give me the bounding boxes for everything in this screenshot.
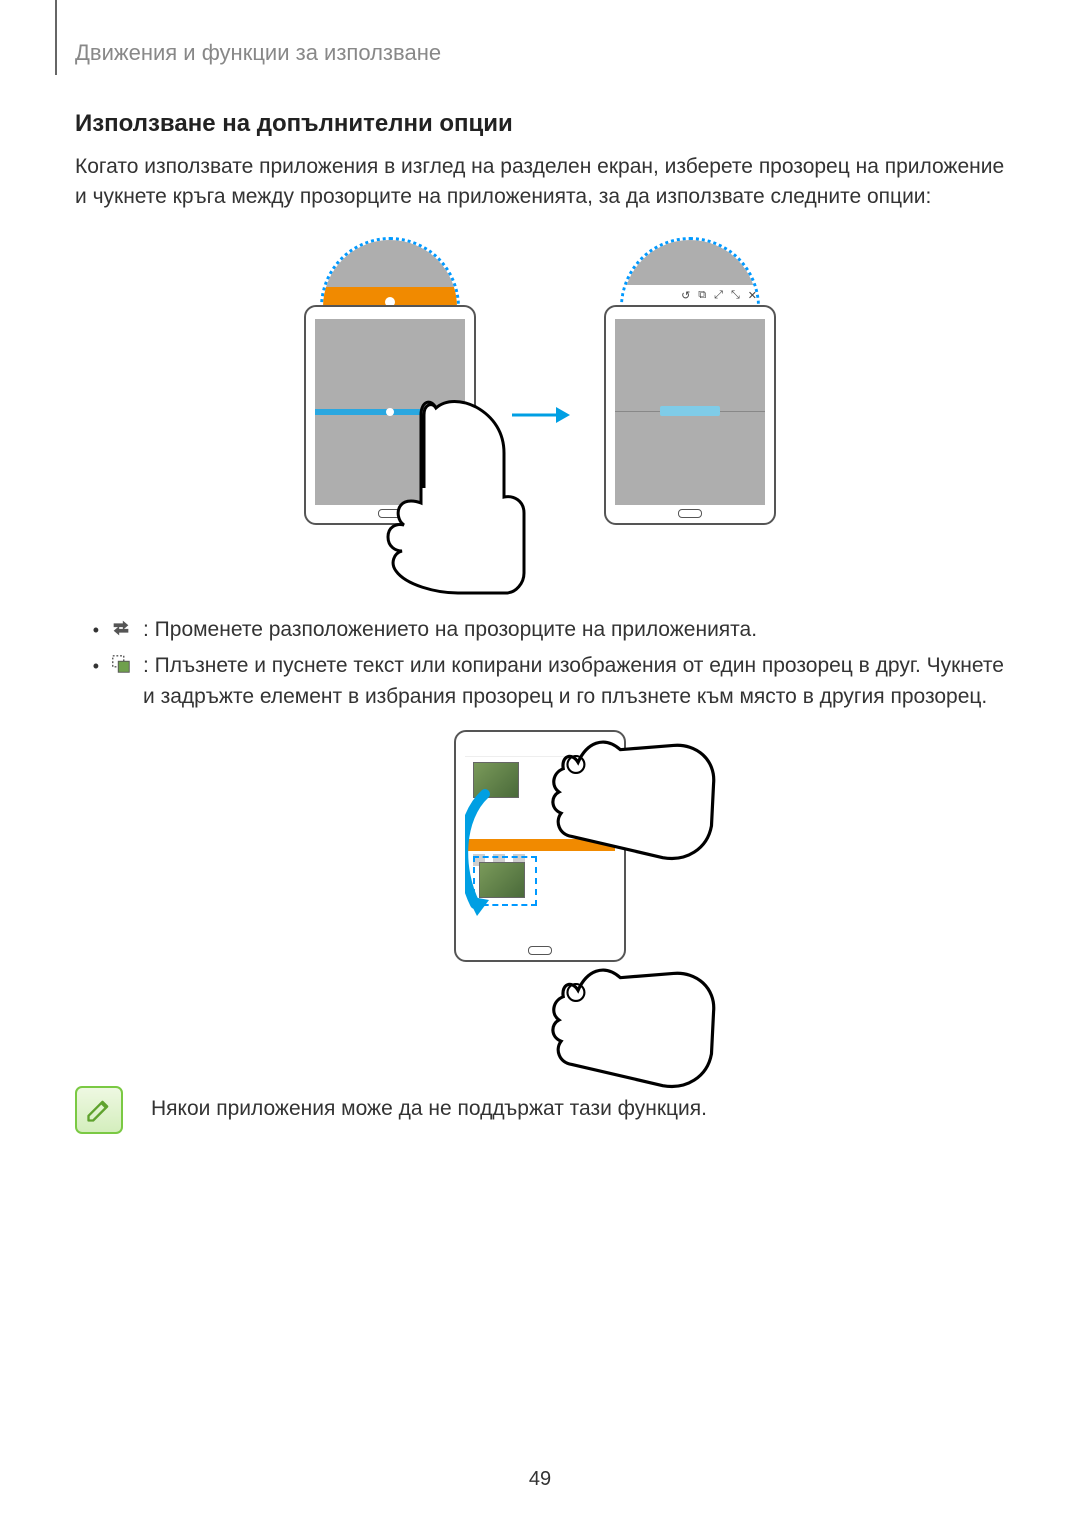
header-rule: [55, 0, 57, 75]
note-block: Някои приложения може да не поддържат та…: [75, 1086, 1005, 1134]
drag-drop-icon: [107, 651, 135, 675]
list-item: • : Плъзнете и пуснете текст или копиран…: [75, 651, 1005, 712]
intro-paragraph: Когато използвате приложения в изглед на…: [75, 152, 1005, 213]
tablet-before: [304, 305, 476, 525]
hand-pointing-icon: [366, 393, 526, 603]
swap-windows-icon: [107, 615, 135, 639]
hand-top-icon: [546, 720, 716, 900]
close-mini-icon: ✕: [748, 289, 757, 302]
swap-mini-icon: ↺: [681, 289, 690, 302]
running-header: Движения и функции за използване: [75, 40, 1005, 66]
page-number: 49: [0, 1468, 1080, 1491]
collapse-mini-icon: ⤡: [731, 289, 740, 302]
drag-mini-icon: ⧉: [698, 289, 706, 302]
figure-drag-between-windows: [75, 730, 1005, 1050]
options-list: • : Променете разположението на прозорци…: [75, 615, 1005, 712]
section-title: Използване на допълнителни опции: [75, 110, 1005, 138]
list-item: • : Променете разположението на прозорци…: [75, 615, 1005, 645]
bullet-dot: •: [75, 651, 99, 679]
hand-bottom-icon: [546, 948, 716, 1128]
note-pencil-icon: [75, 1086, 123, 1134]
expand-mini-icon: ⤢: [714, 289, 723, 302]
curved-arrow-icon: [465, 788, 501, 918]
bullet-text-swap: : Променете разположението на прозорците…: [143, 615, 1005, 645]
bullet-dot: •: [75, 615, 99, 643]
tablet-after: ↺ ⧉ ⤢ ⤡ ✕: [604, 305, 776, 525]
figure-split-screen-options: ↺ ⧉ ⤢ ⤡ ✕: [75, 245, 1005, 585]
manual-page: Движения и функции за използване Използв…: [0, 0, 1080, 1527]
bullet-text-drag: : Плъзнете и пуснете текст или копирани …: [143, 651, 1005, 712]
